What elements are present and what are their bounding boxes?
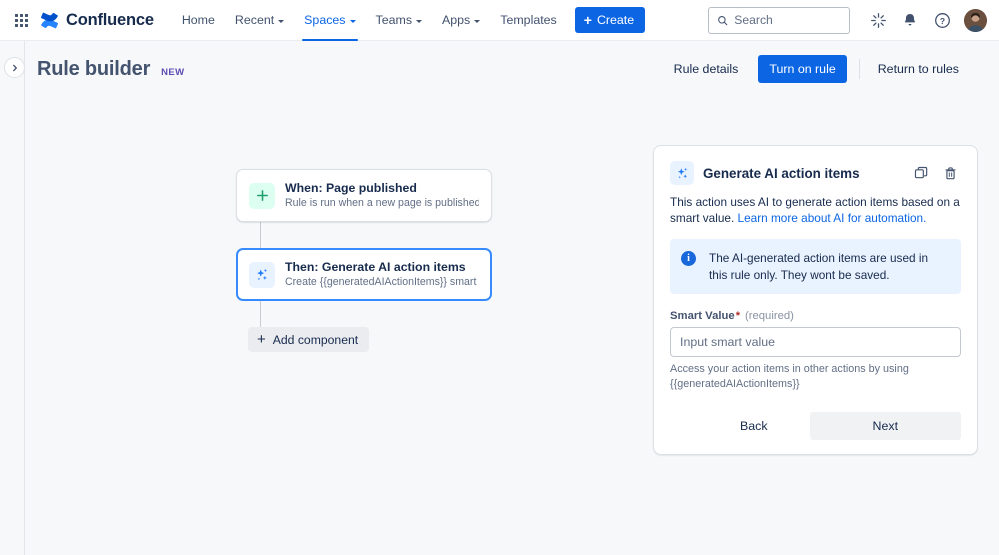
turn-on-rule-button[interactable]: Turn on rule — [758, 55, 846, 83]
panel-footer: Back Next — [670, 412, 961, 440]
learn-more-link[interactable]: Learn more about AI for automation. — [738, 211, 927, 225]
primary-nav: Home Recent Spaces Teams Apps Templates — [172, 0, 567, 41]
nav-right-group: ? — [708, 6, 987, 34]
info-banner-text: The AI-generated action items are used i… — [709, 250, 949, 283]
brand-name: Confluence — [66, 11, 154, 30]
return-to-rules-button[interactable]: Return to rules — [868, 55, 969, 83]
next-button[interactable]: Next — [810, 412, 961, 440]
nav-item-apps[interactable]: Apps — [432, 0, 490, 41]
search-icon — [717, 14, 728, 27]
rule-node-trigger[interactable]: When: Page published Rule is run when a … — [236, 169, 492, 222]
rule-details-button[interactable]: Rule details — [664, 55, 749, 83]
rule-flow-canvas: When: Page published Rule is run when a … — [236, 169, 536, 352]
page-title-group: Rule builder NEW — [37, 58, 185, 81]
trash-icon[interactable] — [939, 162, 961, 184]
required-star: * — [736, 310, 740, 322]
sidebar-expand-toggle[interactable] — [4, 57, 25, 78]
chevron-down-icon — [350, 20, 356, 23]
nav-item-teams[interactable]: Teams — [366, 0, 433, 41]
rule-node-text: When: Page published Rule is run when a … — [285, 180, 479, 211]
confluence-home-link[interactable]: Confluence — [40, 11, 154, 30]
rule-node-action[interactable]: Then: Generate AI action items Create {{… — [236, 248, 492, 301]
smart-value-label-text: Smart Value — [670, 310, 735, 322]
nav-item-label: Teams — [376, 13, 413, 27]
nav-item-label: Spaces — [304, 13, 345, 27]
nav-item-home[interactable]: Home — [172, 0, 225, 41]
panel-header: Generate AI action items — [670, 161, 961, 185]
create-button[interactable]: + Create — [575, 7, 645, 33]
nav-item-recent[interactable]: Recent — [225, 0, 294, 41]
action-config-panel: Generate AI action items — [653, 145, 978, 455]
chevron-down-icon — [474, 20, 480, 23]
rule-node-title: Then: Generate AI action items — [285, 259, 479, 275]
plus-trigger-icon — [249, 183, 275, 209]
back-button[interactable]: Back — [726, 412, 782, 440]
smart-value-help-text: Access your action items in other action… — [670, 362, 961, 391]
nav-item-templates[interactable]: Templates — [490, 0, 566, 41]
nav-item-label: Apps — [442, 13, 470, 27]
search-input[interactable] — [734, 13, 841, 27]
duplicate-icon[interactable] — [910, 162, 932, 184]
smart-value-input[interactable] — [670, 327, 961, 357]
rule-node-text: Then: Generate AI action items Create {{… — [285, 259, 479, 290]
atlassian-intelligence-icon[interactable] — [864, 6, 892, 34]
search-box[interactable] — [708, 7, 850, 34]
page-header: Rule builder NEW Rule details Turn on ru… — [0, 41, 999, 97]
header-divider — [859, 59, 860, 79]
rule-node-title: When: Page published — [285, 180, 479, 196]
rule-node-subtitle: Create {{generatedAIActionItems}} smart … — [285, 275, 479, 290]
panel-header-actions — [910, 162, 961, 184]
profile-avatar[interactable] — [964, 9, 987, 32]
chevron-down-icon — [416, 20, 422, 23]
info-banner: i The AI-generated action items are used… — [670, 239, 961, 294]
grid-apps-icon[interactable] — [10, 9, 32, 31]
svg-text:?: ? — [939, 16, 944, 26]
flow-connector — [260, 222, 261, 248]
flow-connector — [260, 301, 261, 327]
smart-value-label: Smart Value* (required) — [670, 310, 961, 322]
notifications-bell-icon[interactable] — [896, 6, 924, 34]
help-question-icon[interactable]: ? — [928, 6, 956, 34]
ai-sparkle-icon — [249, 262, 275, 288]
chevron-down-icon — [278, 20, 284, 23]
page-title: Rule builder — [37, 58, 150, 81]
new-badge: NEW — [161, 67, 184, 78]
nav-item-spaces[interactable]: Spaces — [294, 0, 365, 41]
info-circle-icon: i — [681, 251, 696, 266]
plus-icon: + — [257, 332, 266, 347]
header-actions: Rule details Turn on rule Return to rule… — [664, 55, 969, 83]
add-component-button[interactable]: + Add component — [248, 327, 369, 352]
nav-item-label: Templates — [500, 13, 556, 27]
chevron-right-icon — [11, 64, 19, 72]
nav-item-label: Home — [182, 13, 215, 27]
ai-sparkle-icon — [670, 161, 694, 185]
main-content: When: Page published Rule is run when a … — [0, 97, 999, 555]
confluence-logo-icon — [40, 11, 59, 30]
add-component-label: Add component — [273, 333, 358, 347]
panel-title: Generate AI action items — [703, 166, 860, 181]
create-button-label: Create — [597, 13, 634, 27]
page-body: Rule builder NEW Rule details Turn on ru… — [0, 41, 999, 555]
plus-icon: + — [584, 13, 592, 27]
nav-item-label: Recent — [235, 13, 274, 27]
panel-description: This action uses AI to generate action i… — [670, 194, 961, 226]
rule-node-subtitle: Rule is run when a new page is published… — [285, 196, 479, 211]
required-hint: (required) — [745, 310, 794, 322]
top-navigation-bar: Confluence Home Recent Spaces Teams Apps… — [0, 0, 999, 41]
